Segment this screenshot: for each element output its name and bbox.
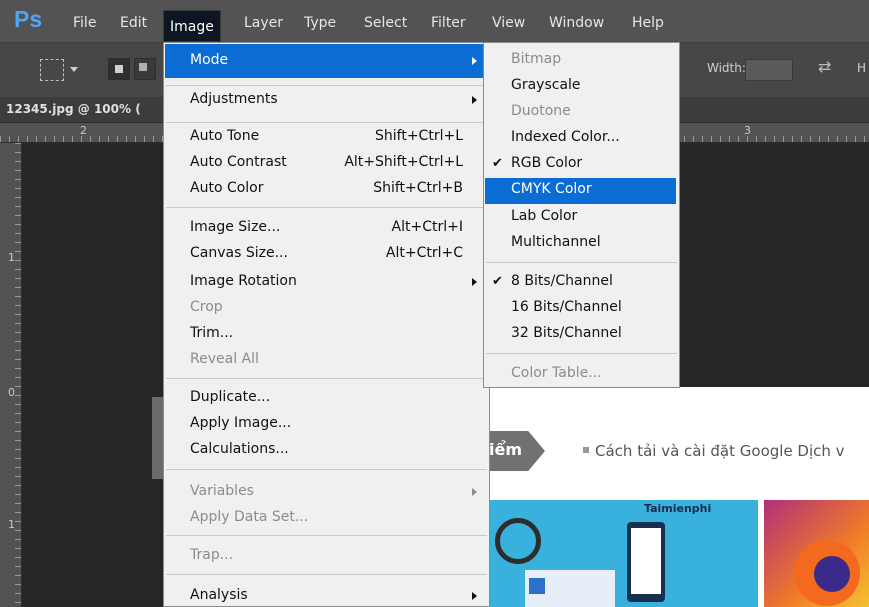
menu-separator [166,535,487,536]
mode-item-8-bits[interactable]: 8 Bits/Channel [511,273,613,289]
new-selection-icon[interactable] [108,58,130,80]
menu-separator [166,469,487,470]
mode-item-lab-color[interactable]: Lab Color [511,208,577,224]
ruler-left[interactable]: 1 0 1 [0,143,22,607]
submenu-arrow-icon [472,592,477,600]
menu-item-canvas-size[interactable]: Canvas Size... [190,245,288,261]
mode-item-grayscale[interactable]: Grayscale [511,77,581,93]
article-thumbnail [764,500,869,607]
mode-item-16-bits[interactable]: 16 Bits/Channel [511,299,622,315]
menu-item-analysis[interactable]: Analysis [190,587,248,603]
mode-item-indexed-color[interactable]: Indexed Color... [511,129,620,145]
menu-item-trap: Trap... [190,547,234,563]
menu-item-adjustments[interactable]: Adjustments [190,91,278,107]
menu-separator [166,574,487,575]
arrow-tag-text: iểm [489,440,523,459]
submenu-arrow-icon [472,488,477,496]
menu-item-image-rotation[interactable]: Image Rotation [190,273,297,289]
mode-item-color-table: Color Table... [511,365,602,381]
ruler-left-label: 1 [8,518,15,531]
menu-item-auto-color[interactable]: Auto Color [190,180,264,196]
menu-item-duplicate[interactable]: Duplicate... [190,389,270,405]
bullet-icon [583,447,589,453]
menu-filter[interactable]: Filter [431,12,466,34]
article-thumbnail [485,500,758,607]
submenu-arrow-icon [472,57,477,65]
mode-submenu: Bitmap Grayscale Duotone Indexed Color..… [483,42,680,388]
height-label: H [857,61,867,75]
menu-item-apply-data-set: Apply Data Set... [190,509,309,525]
menu-item-mode[interactable]: Mode [190,52,228,68]
shortcut-auto-color: Shift+Ctrl+B [373,180,463,196]
mode-item-bitmap: Bitmap [511,51,562,67]
add-selection-icon[interactable] [134,58,156,80]
photoshop-logo: Ps [14,6,43,32]
submenu-arrow-icon [472,96,477,104]
menu-type[interactable]: Type [304,12,336,34]
mode-item-multichannel[interactable]: Multichannel [511,234,601,250]
menu-separator [166,378,487,379]
menu-item-trim[interactable]: Trim... [190,325,233,341]
menu-separator [166,207,487,208]
mode-item-duotone: Duotone [511,103,571,119]
ruler-left-label: 1 [8,251,15,264]
mode-item-32-bits[interactable]: 32 Bits/Channel [511,325,622,341]
menu-separator [486,353,677,354]
ruler-left-label: 0 [8,386,15,399]
shortcut-image-size: Alt+Ctrl+I [391,219,463,235]
article-link: Cách tải và cài đặt Google Dịch v [595,442,845,460]
document-tab[interactable]: 12345.jpg @ 100% ( [6,102,141,116]
checkmark-icon: ✔ [492,156,503,171]
menu-select[interactable]: Select [364,12,407,34]
menu-separator [166,85,487,86]
checkmark-icon: ✔ [492,274,503,289]
submenu-arrow-icon [472,278,477,286]
shortcut-auto-contrast: Alt+Shift+Ctrl+L [344,154,463,170]
width-input[interactable] [745,59,793,81]
menu-window[interactable]: Window [549,12,604,34]
mode-item-rgb-color[interactable]: RGB Color [511,155,582,171]
mode-item-cmyk-color[interactable]: CMYK Color [511,181,592,197]
menu-item-auto-tone[interactable]: Auto Tone [190,128,259,144]
image-menu-dropdown: Mode Adjustments Auto Tone Shift+Ctrl+L … [163,42,490,607]
shortcut-auto-tone: Shift+Ctrl+L [375,128,463,144]
menu-item-calculations[interactable]: Calculations... [190,441,289,457]
chevron-down-icon[interactable] [70,67,78,72]
menu-item-apply-image[interactable]: Apply Image... [190,415,291,431]
width-label: Width: [707,61,746,75]
menu-item-auto-contrast[interactable]: Auto Contrast [190,154,287,170]
shortcut-canvas-size: Alt+Ctrl+C [385,245,463,261]
menu-help[interactable]: Help [632,12,664,34]
menu-image[interactable]: Image [163,10,221,42]
menu-view[interactable]: View [492,12,525,34]
menu-file[interactable]: File [73,12,96,34]
menu-item-variables: Variables [190,483,254,499]
menu-layer[interactable]: Layer [244,12,283,34]
menu-item-crop: Crop [190,299,223,315]
swap-icon[interactable]: ⇄ [818,57,831,76]
menu-separator [486,262,677,263]
thumbnail-logo: Taimienphi [644,502,712,515]
menu-bar: Ps File Edit Image Layer Type Select Fil… [0,0,869,42]
menu-edit[interactable]: Edit [120,12,147,34]
marquee-tool-icon[interactable] [40,59,64,81]
menu-item-reveal-all: Reveal All [190,351,259,367]
menu-item-image-size[interactable]: Image Size... [190,219,280,235]
menu-separator [166,122,487,123]
